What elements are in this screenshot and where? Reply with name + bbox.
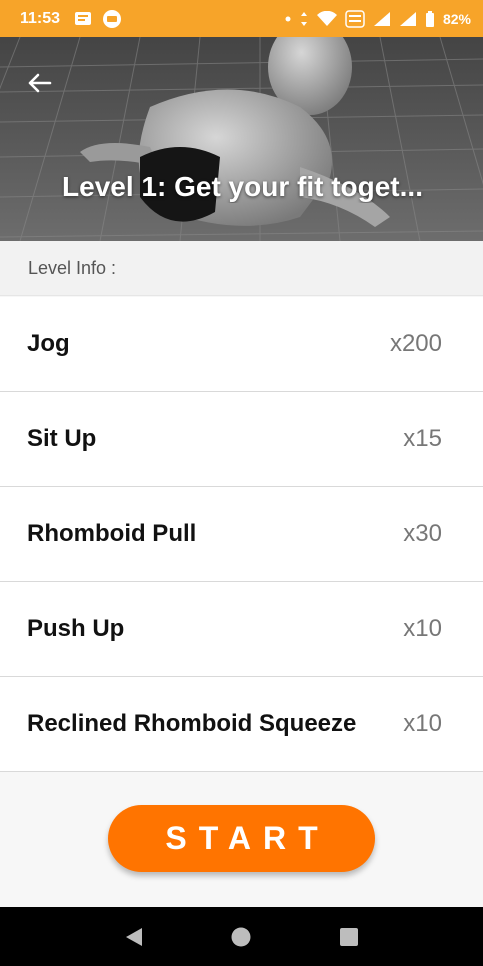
nav-back-button[interactable] <box>114 917 154 957</box>
start-button[interactable]: START <box>108 805 375 872</box>
exercise-name: Jog <box>27 330 70 357</box>
exercise-name: Push Up <box>27 615 125 642</box>
home-circle-icon <box>231 927 251 946</box>
exercise-count: x10 <box>403 615 442 642</box>
arrow-left-icon <box>28 73 52 93</box>
exercise-name: Sit Up <box>27 425 97 452</box>
nav-recents-button[interactable] <box>329 917 369 957</box>
status-right: 82% <box>285 9 471 28</box>
level-header-banner: Level 1: Get your fit toget... <box>0 37 483 241</box>
exercise-count: x30 <box>403 520 442 547</box>
status-bar: 11:53 82% <box>0 0 483 37</box>
battery-percent: 82% <box>442 10 471 27</box>
exercise-count: x200 <box>389 330 442 357</box>
exercise-row-sit-up[interactable]: Sit Up x15 <box>0 392 483 487</box>
exercise-row-jog[interactable]: Jog x200 <box>0 297 483 392</box>
level-info-label: Level Info : <box>28 257 117 278</box>
back-button[interactable] <box>20 67 58 99</box>
level-title: Level 1: Get your fit toget... <box>62 171 423 202</box>
exercise-list: Jog x200 Sit Up x15 Rhomboid Pull x30 Pu… <box>0 297 483 772</box>
nav-home-button[interactable] <box>221 917 261 957</box>
exercise-count: x10 <box>403 710 442 737</box>
exercise-row-rhomboid-pull[interactable]: Rhomboid Pull x30 <box>0 487 483 582</box>
message-icon <box>74 11 92 27</box>
status-left: 11:53 <box>20 9 122 29</box>
chat-bubble-icon <box>102 9 122 29</box>
volte-icon <box>345 9 365 28</box>
exercise-name: Rhomboid Pull <box>27 520 197 547</box>
level-info-header: Level Info : <box>0 241 483 296</box>
signal-icon-2 <box>399 11 417 27</box>
dot-icon <box>285 16 291 22</box>
exercise-name: Reclined Rhomboid Squeeze <box>27 710 357 737</box>
hero-background-image <box>0 37 483 241</box>
recents-square-icon <box>340 927 359 946</box>
exercise-row-reclined-rhomboid-squeeze[interactable]: Reclined Rhomboid Squeeze x10 <box>0 677 483 772</box>
exercise-row-push-up[interactable]: Push Up x10 <box>0 582 483 677</box>
status-time: 11:53 <box>20 9 61 27</box>
back-triangle-icon <box>125 927 142 946</box>
wifi-icon <box>316 10 337 27</box>
signal-icon <box>373 11 391 27</box>
system-nav-bar <box>0 907 483 966</box>
exercise-count: x15 <box>403 425 442 452</box>
data-arrows-icon <box>299 11 309 27</box>
battery-icon <box>425 10 435 27</box>
